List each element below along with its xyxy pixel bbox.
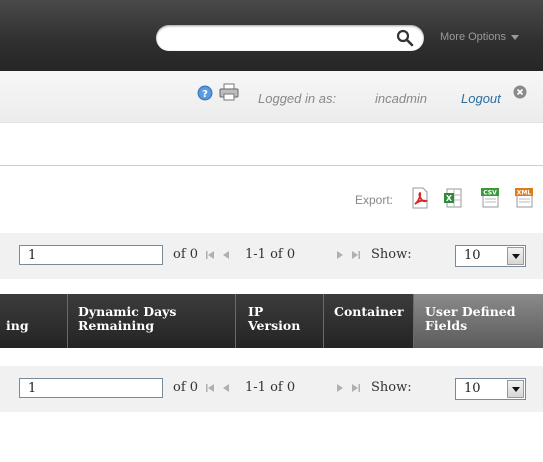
svg-text:XML: XML [517, 190, 532, 197]
page-count-label: of 0 [173, 380, 199, 395]
svg-text:?: ? [202, 89, 208, 100]
column-header-dynamic-days-remaining[interactable]: Dynamic Days Remaining [68, 294, 236, 348]
page-size-select[interactable]: 10 [455, 378, 526, 400]
more-options-menu[interactable]: More Options [440, 31, 520, 43]
help-icon[interactable]: ? [197, 85, 213, 101]
username: incadmin [375, 91, 428, 106]
record-range: 1-1 of 0 [245, 247, 296, 262]
chevron-down-icon [511, 34, 520, 40]
previous-page-icon[interactable] [221, 382, 231, 394]
page-count-label: of 0 [173, 247, 199, 262]
excel-icon[interactable]: X [443, 187, 463, 209]
export-label: Export: [355, 193, 394, 207]
page-size-value: 10 [464, 248, 481, 263]
first-page-icon[interactable] [205, 249, 215, 261]
svg-text:X: X [446, 194, 453, 203]
page-number-input[interactable]: 1 [19, 378, 163, 398]
column-header-ip-version[interactable]: IP Version [236, 294, 324, 348]
search-icon[interactable] [396, 29, 414, 47]
page-size-select[interactable]: 10 [455, 245, 526, 267]
last-page-icon[interactable] [351, 249, 361, 261]
record-range: 1-1 of 0 [245, 380, 296, 395]
first-page-icon[interactable] [205, 382, 215, 394]
svg-text:CSV: CSV [483, 190, 497, 197]
chevron-down-icon[interactable] [507, 380, 524, 398]
table-header: ing Dynamic Days Remaining IP Version Co… [0, 294, 543, 348]
csv-icon[interactable]: CSV [480, 187, 500, 209]
next-page-icon[interactable] [335, 249, 345, 261]
chevron-down-icon[interactable] [507, 247, 524, 265]
column-header-container[interactable]: Container [324, 294, 414, 348]
search-input[interactable] [156, 25, 424, 51]
pdf-icon[interactable] [410, 187, 430, 209]
print-icon[interactable] [219, 83, 239, 101]
column-header-remaining[interactable]: ing [0, 294, 68, 348]
status-bar: ? Logged in as: incadmin Logout [0, 71, 543, 123]
last-page-icon[interactable] [351, 382, 361, 394]
page-number-input[interactable]: 1 [19, 245, 163, 265]
more-options-label: More Options [440, 31, 507, 43]
pagination-top: 1 of 0 1-1 of 0 Show: 10 [0, 233, 543, 279]
pagination-bottom: 1 of 0 1-1 of 0 Show: 10 [0, 366, 543, 412]
xml-icon[interactable]: XML [514, 187, 534, 209]
show-label: Show: [371, 380, 412, 395]
next-page-icon[interactable] [335, 382, 345, 394]
logged-in-label: Logged in as: [258, 91, 337, 106]
top-nav-bar: More Options [0, 0, 543, 71]
page-size-value: 10 [464, 381, 481, 396]
show-label: Show: [371, 247, 412, 262]
divider [0, 165, 543, 166]
close-icon[interactable] [513, 85, 527, 99]
logout-link[interactable]: Logout [461, 91, 501, 106]
column-header-user-defined-fields[interactable]: User Defined Fields [414, 294, 543, 348]
previous-page-icon[interactable] [221, 249, 231, 261]
